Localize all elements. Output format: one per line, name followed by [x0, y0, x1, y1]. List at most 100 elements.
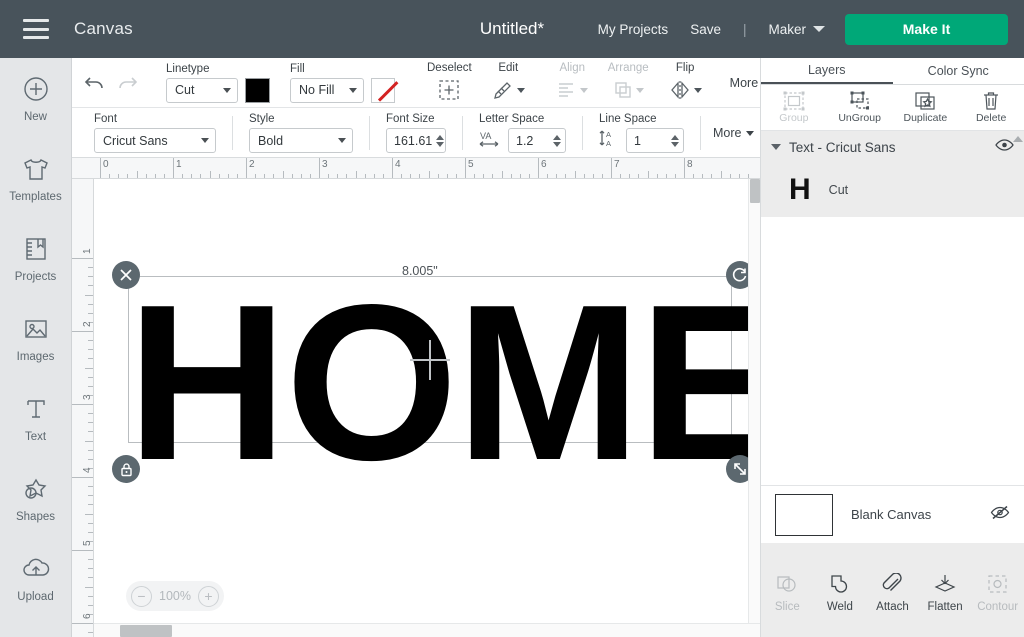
font-size-field[interactable]: 161.61	[386, 128, 446, 153]
layer-group-row[interactable]: Text - Cricut Sans	[761, 131, 1024, 163]
flip-group[interactable]: Flip	[659, 62, 712, 103]
canvas-area[interactable]: 012345678 123456 8.005" HOME − 100% +	[72, 158, 760, 637]
weld-button[interactable]: Weld	[814, 573, 867, 613]
font-select[interactable]: Cricut Sans	[94, 128, 216, 153]
my-projects-link[interactable]: My Projects	[598, 22, 669, 37]
canvas-label[interactable]: Canvas	[74, 19, 133, 39]
rail-item-text[interactable]: Text	[0, 392, 72, 472]
font-label: Font	[94, 113, 118, 125]
tab-color-sync[interactable]: Color Sync	[893, 58, 1024, 84]
fill-value: No Fill	[299, 83, 335, 97]
make-it-button[interactable]: Make It	[845, 13, 1008, 45]
zoom-control[interactable]: − 100% +	[126, 581, 224, 611]
flip-icon[interactable]	[669, 77, 702, 103]
ruler-subtick	[88, 276, 93, 278]
ruler-number: 4	[395, 159, 401, 170]
ungroup-label: UnGroup	[838, 112, 881, 124]
rail-label: New	[23, 111, 47, 123]
hamburger-menu-icon[interactable]	[23, 19, 49, 39]
ruler-subtick	[88, 504, 93, 506]
delete-label: Delete	[975, 112, 1007, 124]
line-space-icon: A A	[599, 128, 619, 153]
lock-handle-button[interactable]	[112, 455, 140, 483]
deselect-group[interactable]: Deselect	[417, 62, 482, 103]
group-icon	[783, 91, 805, 111]
canvas-viewport[interactable]: 8.005" HOME − 100% +	[94, 179, 760, 637]
ruler-subtick	[88, 312, 93, 314]
ruler-subtick	[88, 385, 93, 387]
deselect-icon[interactable]	[438, 77, 460, 103]
rail-item-shapes[interactable]: Shapes	[0, 472, 72, 552]
ruler-subtick	[88, 486, 93, 488]
rail-item-new[interactable]: New	[0, 72, 72, 152]
blank-canvas-row[interactable]: Blank Canvas	[761, 485, 1024, 543]
style-select[interactable]: Bold	[249, 128, 353, 153]
style-label: Style	[249, 113, 275, 125]
undo-icon[interactable]	[84, 70, 106, 96]
slice-label: Slice	[774, 601, 800, 613]
chevron-down-icon[interactable]	[813, 26, 825, 32]
ruler-tick	[72, 623, 93, 624]
ungroup-button[interactable]: UnGroup	[827, 85, 893, 130]
tab-layers[interactable]: Layers	[761, 58, 893, 84]
rail-label: Images	[16, 351, 55, 363]
duplicate-label: Duplicate	[903, 112, 948, 124]
save-button[interactable]: Save	[690, 22, 721, 37]
eye-icon[interactable]	[995, 138, 1014, 157]
delete-handle-button[interactable]	[112, 261, 140, 289]
canvas-text-object[interactable]: HOME	[127, 272, 760, 494]
chevron-down-icon[interactable]	[771, 144, 781, 150]
chevron-down-icon	[579, 87, 588, 93]
redo-icon[interactable]	[116, 70, 138, 96]
rail-label: Upload	[17, 591, 54, 603]
edit-group[interactable]: Edit	[482, 62, 535, 103]
ruler-number: 1	[82, 248, 93, 254]
rail-item-templates[interactable]: Templates	[0, 152, 72, 232]
canvas-vertical-scrollbar[interactable]	[748, 179, 760, 637]
flatten-button[interactable]: Flatten	[919, 573, 972, 613]
rail-item-upload[interactable]: Upload	[0, 552, 72, 632]
zoom-in-button[interactable]: +	[197, 585, 219, 607]
contour-label: Contour	[977, 601, 1019, 613]
line-space-stepper[interactable]	[671, 134, 679, 147]
eye-off-icon[interactable]	[990, 505, 1010, 525]
contour-button[interactable]: Contour	[971, 573, 1024, 613]
letter-space-field[interactable]: 1.2	[508, 128, 566, 153]
edit-icon[interactable]	[492, 77, 525, 103]
no-fill-swatch-icon[interactable]	[371, 77, 395, 103]
ruler-subtick	[88, 595, 93, 597]
ruler-subtick	[501, 171, 503, 178]
line-space-field[interactable]: 1	[626, 128, 684, 153]
ruler-subtick	[88, 577, 93, 579]
scroll-up-arrow-icon[interactable]	[1013, 136, 1023, 142]
ruler-number: 7	[614, 159, 620, 170]
canvas-horizontal-scrollbar[interactable]	[94, 623, 760, 637]
more-bottom-button[interactable]: More	[713, 126, 755, 140]
ruler-tick	[100, 158, 101, 178]
rail-item-projects[interactable]: Projects	[0, 232, 72, 312]
right-panel: Layers Color Sync Group UnGroup Duplicat…	[760, 58, 1024, 637]
slice-button[interactable]: Slice	[761, 573, 814, 613]
letter-space-stepper[interactable]	[553, 134, 561, 147]
zoom-out-button[interactable]: −	[131, 585, 152, 607]
machine-selector[interactable]: Maker	[768, 22, 806, 37]
delete-button[interactable]: Delete	[958, 85, 1024, 130]
fill-select[interactable]: No Fill	[290, 77, 364, 103]
attach-button[interactable]: Attach	[866, 573, 919, 613]
linetype-color-swatch[interactable]	[245, 77, 270, 103]
left-rail: New Templates Projects Images Text Shape…	[0, 58, 72, 637]
layer-child-row[interactable]: H Cut	[761, 163, 1024, 217]
linetype-select[interactable]: Cut	[166, 77, 238, 103]
duplicate-button[interactable]: Duplicate	[893, 85, 959, 130]
ruler-subtick	[88, 559, 93, 561]
rail-item-images[interactable]: Images	[0, 312, 72, 392]
attach-label: Attach	[876, 601, 909, 613]
font-size-stepper[interactable]	[436, 134, 445, 147]
group-button[interactable]: Group	[761, 85, 827, 130]
vertical-scrollbar-thumb[interactable]	[750, 179, 760, 203]
toolbar-divider	[700, 116, 701, 150]
horizontal-scrollbar-thumb[interactable]	[120, 625, 172, 637]
style-value: Bold	[258, 133, 284, 148]
ruler-subtick	[88, 285, 93, 287]
letter-space-label: Letter Space	[479, 113, 545, 125]
